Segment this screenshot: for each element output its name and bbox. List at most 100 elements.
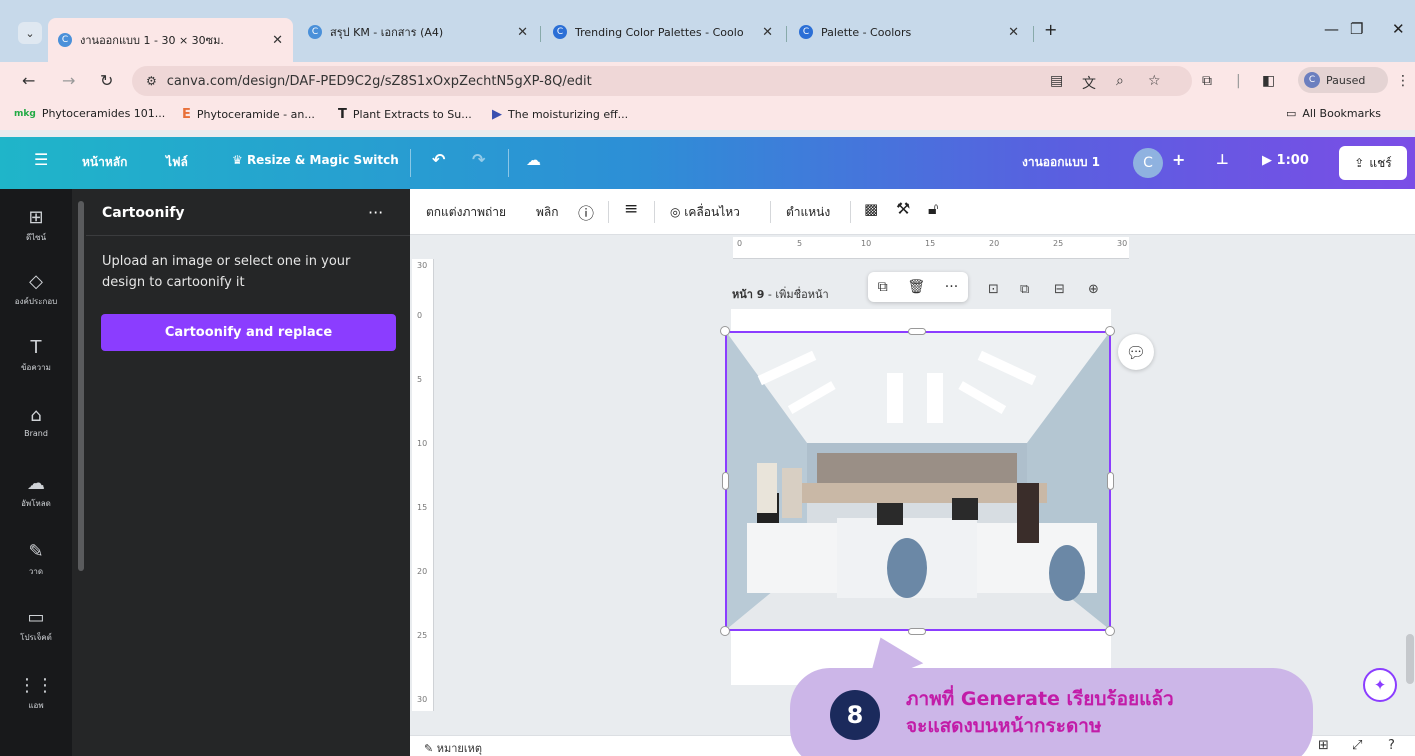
add-page-icon[interactable]: ⊕ (1088, 282, 1099, 297)
analytics-icon[interactable]: ⊥ (1216, 152, 1229, 168)
image-selection-frame[interactable] (725, 331, 1111, 631)
extensions-icon[interactable]: ⧉ (1202, 73, 1212, 89)
rail-item-projects[interactable]: ▭ โปรเจ็คต์ (0, 607, 72, 644)
forward-arrow-icon[interactable]: → (62, 71, 75, 90)
more-options-icon[interactable]: ··· (368, 203, 383, 222)
folder-icon: ▭ (27, 607, 45, 628)
delete-icon[interactable]: 🗑︎ (907, 279, 925, 295)
undo-icon[interactable]: ↶ (432, 150, 445, 169)
tab-km-summary[interactable]: C สรุป KM - เอกสาร (A4) ✕ (298, 18, 538, 46)
ruler-tick-label: 5 (417, 375, 423, 384)
resize-handle-bottom-left[interactable] (720, 626, 730, 636)
page-duplicate-icon[interactable]: ⧉ (1020, 282, 1029, 297)
grid-view-icon[interactable]: ⊞ (1318, 738, 1329, 753)
rail-item-design[interactable]: ⊞ ดีไซน์ (0, 207, 72, 244)
page-lock-icon[interactable]: ⊡ (988, 282, 999, 297)
rail-label: ดีไซน์ (25, 233, 47, 242)
resize-magic-switch-button[interactable]: ♛ Resize & Magic Switch (232, 153, 399, 167)
rail-item-draw[interactable]: ✎ วาด (0, 541, 72, 578)
tab-search-dropdown[interactable]: ⌄ (18, 22, 42, 44)
rail-item-text[interactable]: T ข้อความ (0, 337, 72, 374)
share-button[interactable]: ⇪ แชร์ (1339, 146, 1407, 180)
cartoonify-replace-button[interactable]: Cartoonify and replace (101, 314, 396, 351)
align-lines-icon[interactable]: ≡ (624, 199, 638, 219)
resize-handle-top[interactable] (908, 328, 926, 335)
fullscreen-icon[interactable]: ⤢ (1352, 738, 1362, 753)
rail-item-elements[interactable]: ◇ องค์ประกอบ (0, 271, 72, 308)
design-name[interactable]: งานออกแบบ 1 (1022, 153, 1100, 172)
close-tab-icon[interactable]: ✕ (1008, 25, 1019, 40)
edit-photo-button[interactable]: ตกแต่งภาพถ่าย (426, 203, 506, 222)
animate-button[interactable]: ◎ เคลื่อนไหว (670, 203, 740, 222)
bookmark-item[interactable]: ▶ The moisturizing eff... (492, 107, 628, 122)
rail-item-brand[interactable]: ⌂ Brand (0, 405, 72, 438)
bookmark-item[interactable]: mkg Phytoceramides 101... (14, 107, 165, 120)
ruler-tick-label: 25 (1053, 239, 1064, 248)
bookmark-star-icon[interactable]: ☆ (1148, 73, 1161, 89)
close-tab-icon[interactable]: ✕ (272, 33, 283, 48)
tab-trending-palettes[interactable]: C Trending Color Palettes - Coolo ✕ (543, 18, 783, 46)
rail-label: แอพ (28, 701, 44, 710)
restore-window-icon[interactable]: ❐ (1350, 20, 1363, 38)
page-delete-icon[interactable]: ⊟ (1054, 282, 1065, 297)
resize-handle-top-left[interactable] (720, 326, 730, 336)
magic-assistant-icon[interactable]: ✦ (1363, 668, 1397, 702)
tab-divider (1033, 26, 1034, 42)
duplicate-icon[interactable]: ⧉ (878, 279, 888, 295)
home-button[interactable]: หน้าหลัก (82, 153, 127, 172)
minimize-window-icon[interactable]: — (1324, 20, 1339, 38)
close-tab-icon[interactable]: ✕ (762, 25, 773, 40)
play-icon: ▶ (1262, 153, 1277, 168)
close-window-icon[interactable]: ✕ (1392, 20, 1405, 38)
add-comment-icon[interactable]: 💬︎ (1118, 334, 1154, 370)
user-avatar[interactable]: C (1133, 148, 1163, 178)
folder-icon: ▭ (1286, 107, 1297, 120)
bookmark-item[interactable]: E Phytoceramide - an... (182, 107, 315, 122)
page-title-label[interactable]: หน้า 9 - เพิ่มชื่อหน้า (732, 285, 829, 303)
info-icon[interactable]: ⓘ (578, 200, 594, 224)
paint-roller-icon[interactable]: ⚒ (896, 199, 910, 218)
flip-button[interactable]: พลิก (536, 203, 559, 222)
panel-scrollbar[interactable] (78, 201, 84, 571)
site-settings-icon[interactable]: ⚙ (146, 74, 157, 88)
address-bar[interactable]: ⚙ canva.com/design/DAF-PED9C2g/sZ8S1xOxp… (132, 66, 1192, 96)
resize-handle-bottom-right[interactable] (1105, 626, 1115, 636)
redo-icon[interactable]: ↷ (472, 150, 485, 169)
url-text: canva.com/design/DAF-PED9C2g/sZ8S1xOxpZe… (166, 73, 592, 89)
close-tab-icon[interactable]: ✕ (517, 25, 528, 40)
cloud-saved-icon[interactable]: ☁ (526, 151, 541, 169)
transparency-icon[interactable]: ▩ (864, 200, 878, 218)
profile-paused-button[interactable]: C Paused (1298, 67, 1388, 93)
present-button[interactable]: ▶ 1:00 (1262, 153, 1309, 168)
all-bookmarks-button[interactable]: ▭ All Bookmarks (1286, 107, 1381, 120)
lock-icon[interactable]: 🔓︎ (928, 199, 938, 219)
reload-icon[interactable]: ↻ (100, 71, 113, 90)
back-arrow-icon[interactable]: ← (22, 71, 35, 90)
file-menu-button[interactable]: ไฟล์ (166, 153, 188, 172)
new-tab-button[interactable]: + (1044, 20, 1057, 39)
help-icon[interactable]: ? (1388, 738, 1395, 753)
resize-handle-top-right[interactable] (1105, 326, 1115, 336)
rail-item-apps[interactable]: ⋮⋮ แอพ (0, 675, 72, 712)
main-menu-icon[interactable]: ☰ (34, 150, 48, 169)
side-panel-icon[interactable]: ◧ (1262, 73, 1275, 89)
more-icon[interactable]: ··· (945, 279, 958, 295)
left-nav-rail: ⊞ ดีไซน์ ◇ องค์ประกอบ T ข้อความ ⌂ Brand … (0, 189, 72, 756)
notes-button[interactable]: ✎ หมายเหตุ (424, 739, 482, 756)
add-collaborator-icon[interactable]: + (1172, 150, 1185, 169)
tab-canva-design[interactable]: C งานออกแบบ 1 - 30 × 30ซม. ✕ (48, 18, 293, 62)
tab-title: Palette - Coolors (821, 25, 912, 39)
clipboard-icon[interactable]: ▤ (1050, 73, 1063, 89)
position-button[interactable]: ตำแหน่ง (786, 203, 830, 222)
resize-handle-right[interactable] (1107, 472, 1114, 490)
bookmarks-bar: mkg Phytoceramides 101... E Phytoceramid… (0, 100, 1415, 130)
translate-icon[interactable]: 文 (1082, 73, 1096, 93)
bookmark-item[interactable]: T Plant Extracts to Su... (338, 107, 472, 122)
rail-item-uploads[interactable]: ☁ อัพโหลด (0, 473, 72, 510)
zoom-icon[interactable]: ⌕ (1116, 73, 1124, 89)
tab-palette-coolors[interactable]: C Palette - Coolors ✕ (789, 18, 1029, 46)
page-title-placeholder: - เพิ่มชื่อหน้า (764, 288, 829, 301)
resize-handle-left[interactable] (722, 472, 729, 490)
browser-menu-icon[interactable]: ⋮ (1396, 73, 1410, 89)
canvas-scrollbar[interactable] (1406, 634, 1414, 684)
